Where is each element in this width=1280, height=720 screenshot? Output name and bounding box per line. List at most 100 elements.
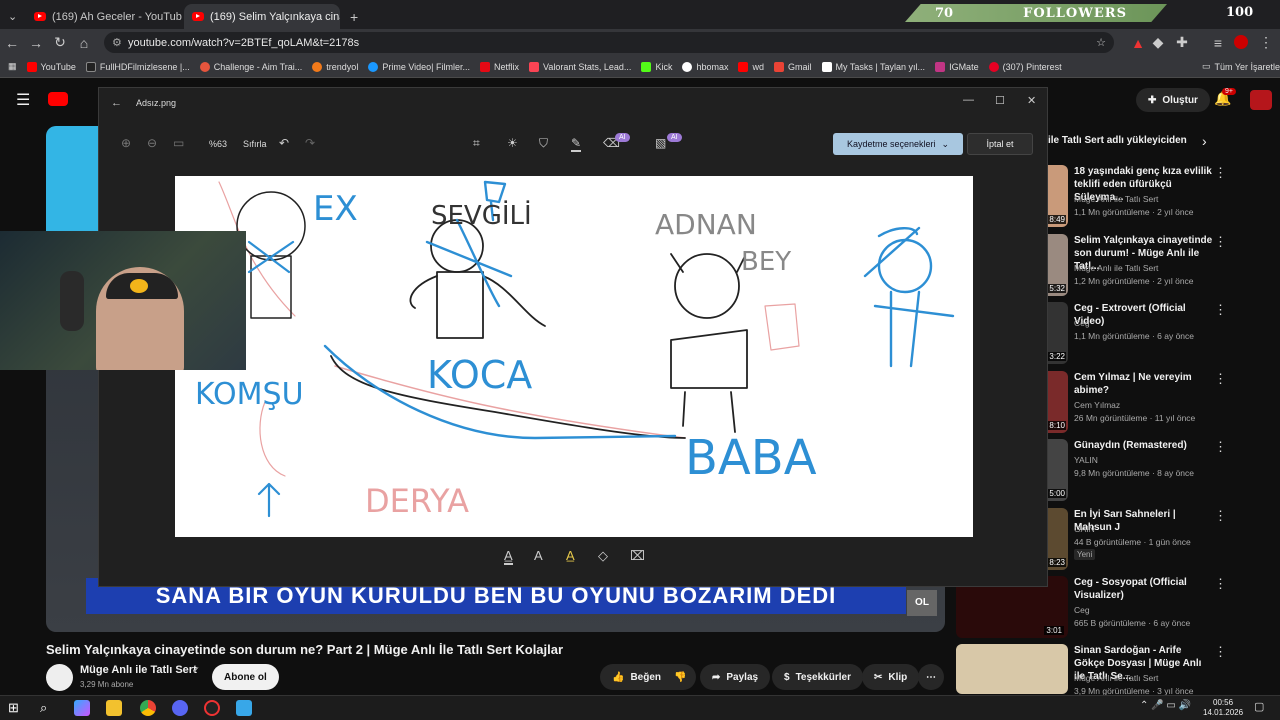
obs-icon[interactable] xyxy=(204,700,220,716)
more-icon[interactable]: ⋮ xyxy=(1214,576,1227,592)
more-icon[interactable]: ⋮ xyxy=(1214,165,1227,181)
cancel-button[interactable]: İptal et xyxy=(967,133,1033,155)
reload-icon[interactable]: ↻ xyxy=(48,34,72,51)
create-button[interactable]: ✚ Oluştur xyxy=(1136,88,1210,112)
channel-avatar[interactable] xyxy=(46,664,73,691)
chevron-right-icon[interactable]: › xyxy=(1202,133,1207,149)
menu-icon[interactable]: ⋮ xyxy=(1254,34,1278,51)
bookmark[interactable]: wd xyxy=(738,61,764,72)
star-icon[interactable]: ☆ xyxy=(1096,36,1106,49)
video-title[interactable]: Cem Yılmaz | Ne vereyim abime? xyxy=(1074,371,1214,397)
close-icon[interactable]: ✕ xyxy=(1027,94,1036,107)
back-icon[interactable]: ← xyxy=(0,35,24,51)
explorer-icon[interactable] xyxy=(106,700,122,716)
bookmark[interactable]: IGMate xyxy=(935,61,979,72)
more-icon[interactable]: ⋮ xyxy=(1214,439,1227,455)
youtube-logo[interactable] xyxy=(48,92,68,106)
marker-icon[interactable]: A̲ xyxy=(566,548,575,563)
back-icon[interactable]: ← xyxy=(111,97,122,109)
bookmark[interactable]: Valorant Stats, Lead... xyxy=(529,61,631,72)
reset-button[interactable]: Sıfırla xyxy=(243,139,267,149)
drawing-canvas[interactable]: EX SEVGİLİ KOCA ADNAN BEY KOMŞU DERYA BA… xyxy=(175,176,973,537)
dislike-button[interactable]: 👎 xyxy=(664,664,697,690)
brightness-icon[interactable]: ☀ xyxy=(507,136,518,150)
pen-icon[interactable]: A̲ xyxy=(504,548,513,565)
save-options-button[interactable]: Kaydetme seçenekleri ⌄ xyxy=(833,133,963,155)
media-icon[interactable]: ≡ xyxy=(1206,35,1230,51)
zoom-out-icon[interactable]: ⊖ xyxy=(147,136,157,150)
thumbnail[interactable]: 3:22 xyxy=(1048,302,1068,364)
apps-icon[interactable]: ▦ xyxy=(8,61,17,72)
filter-icon[interactable]: ⛉ xyxy=(539,136,548,151)
fit-icon[interactable]: ▭ xyxy=(173,136,184,150)
more-icon[interactable]: ⋮ xyxy=(1214,644,1227,660)
tab-ah-geceler[interactable]: (169) Ah Geceler - YouTube ✕ xyxy=(26,4,182,29)
avatar[interactable] xyxy=(1250,90,1272,110)
notification-icon[interactable]: ▢ xyxy=(1254,700,1264,713)
bookmark[interactable]: trendyol xyxy=(312,61,358,72)
bookmark[interactable]: Netflix xyxy=(480,61,519,72)
bookmark[interactable]: Kick xyxy=(641,61,672,72)
tab-search-button[interactable]: ⌄ xyxy=(4,4,24,29)
forward-icon[interactable]: → xyxy=(24,35,48,51)
shield-icon[interactable]: ◆ xyxy=(1146,34,1170,51)
bookmark[interactable]: FullHDFilmizlesene |... xyxy=(85,61,190,72)
windows-icon[interactable]: ⊞ xyxy=(8,700,24,716)
video-title[interactable]: En İyi Sarı Sahneleri | Mahsun J xyxy=(1074,508,1214,534)
all-bookmarks[interactable]: ▭ Tüm Yer İşaretleri xyxy=(1202,61,1280,72)
profile-avatar[interactable] xyxy=(1234,35,1248,49)
copilot-icon[interactable] xyxy=(74,700,90,716)
markup-icon[interactable]: ✎ xyxy=(571,136,582,152)
bookmark[interactable]: Prime Video| Filmler... xyxy=(368,61,470,72)
bookmark[interactable]: (307) Pinterest xyxy=(988,61,1062,72)
bookmark[interactable]: hbomax xyxy=(682,61,728,72)
bookmark[interactable]: YouTube xyxy=(26,61,76,72)
bookmark[interactable]: My Tasks | Taylan yıl... xyxy=(821,61,925,72)
video-title[interactable]: Ceg - Sosyopat (Official Visualizer) xyxy=(1074,576,1214,602)
discord-icon[interactable] xyxy=(172,700,188,716)
more-button[interactable]: ⋯ xyxy=(918,664,944,690)
share-button[interactable]: ➦ Paylaş xyxy=(700,664,771,690)
undo-icon[interactable]: ↶ xyxy=(279,136,289,150)
clip-button[interactable]: ✂ Klip xyxy=(862,664,920,690)
thumbnail[interactable]: 5:00 xyxy=(1048,439,1068,501)
more-icon[interactable]: ⋮ xyxy=(1214,371,1227,387)
maximize-icon[interactable]: ☐ xyxy=(995,94,1005,107)
sidebar-header[interactable]: ile Tatlı Sert adlı yükleyiciden xyxy=(1048,135,1187,146)
bookmark[interactable]: Gmail xyxy=(774,61,812,72)
crop-icon[interactable]: ⌗ xyxy=(473,136,480,151)
more-icon[interactable]: ⋮ xyxy=(1214,508,1227,524)
address-bar[interactable]: ⚙ youtube.com/watch?v=2BTEf_qoLAM&t=2178… xyxy=(104,32,1114,53)
thumbnail[interactable]: 8:23 xyxy=(1048,508,1068,570)
more-icon[interactable]: ⋮ xyxy=(1214,302,1227,318)
channel-name[interactable]: Müge Anlı ile Tatlı Sert xyxy=(80,664,197,676)
clear-icon[interactable]: ⌧ xyxy=(630,548,645,564)
like-button[interactable]: 👍 Beğen xyxy=(600,664,674,690)
thumbnail[interactable]: 8:49 xyxy=(1048,165,1068,227)
search-icon[interactable]: ⌕ xyxy=(40,700,56,716)
zoom-level[interactable]: %63 xyxy=(209,139,227,149)
minimize-icon[interactable]: — xyxy=(963,94,974,106)
video-title[interactable]: Ceg - Extrovert (Official Video) xyxy=(1074,302,1214,328)
more-icon[interactable]: ⋮ xyxy=(1214,234,1227,250)
chrome-icon[interactable] xyxy=(140,700,156,716)
thumbnail[interactable]: 5:32 xyxy=(1048,234,1068,296)
clock[interactable]: 00:56 14.01.2026 xyxy=(1203,698,1243,718)
tab-selim[interactable]: (169) Selim Yalçınkaya cinayetin ✕ xyxy=(184,4,340,29)
photos-icon[interactable] xyxy=(236,700,252,716)
tray-icons[interactable]: ⌃ 🎤 ▭ 🔊 xyxy=(1140,700,1191,711)
video-title[interactable]: Günaydın (Remastered) xyxy=(1074,439,1214,452)
highlighter-icon[interactable]: A xyxy=(534,548,543,563)
hamburger-icon[interactable]: ☰ xyxy=(16,90,30,110)
new-tab-button[interactable]: + xyxy=(342,4,364,29)
subscribe-button[interactable]: Abone ol xyxy=(212,664,279,690)
site-info-icon[interactable]: ⚙ xyxy=(112,36,122,49)
thumbnail[interactable] xyxy=(956,644,1068,694)
redo-icon[interactable]: ↷ xyxy=(305,136,315,150)
eraser-icon[interactable]: ◇ xyxy=(598,548,608,564)
zoom-in-icon[interactable]: ⊕ xyxy=(121,136,131,150)
bookmark[interactable]: Challenge - Aim Trai... xyxy=(199,61,302,72)
home-icon[interactable]: ⌂ xyxy=(72,35,96,51)
background-icon[interactable]: ▧ xyxy=(655,136,666,150)
puzzle-icon[interactable]: ✚ xyxy=(1170,34,1194,51)
